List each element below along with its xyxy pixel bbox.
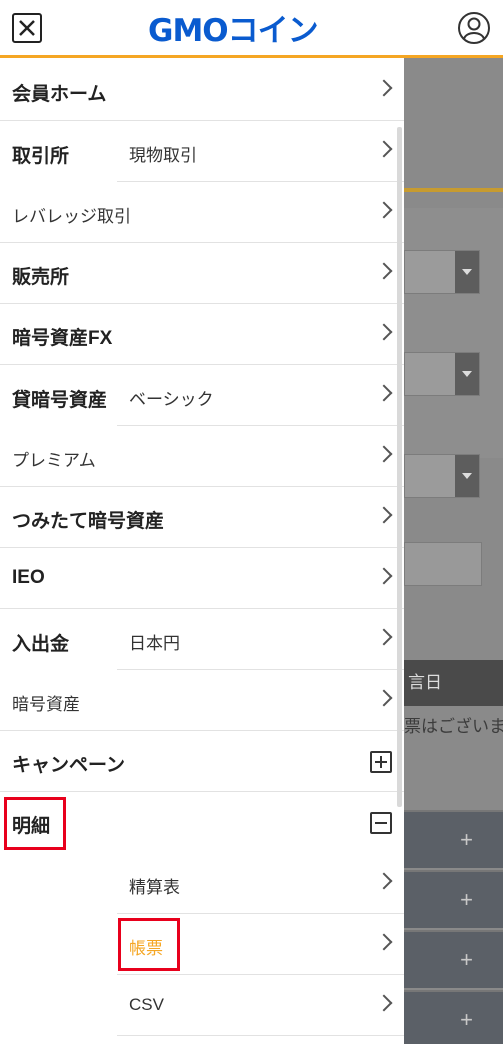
chevron-right-icon (375, 140, 393, 158)
dropdown-arrow-icon (455, 353, 479, 395)
chevron-right-icon (375, 933, 393, 951)
background-select (404, 352, 480, 396)
app-header: GMOコイン (0, 0, 503, 58)
chevron-right-icon (375, 262, 393, 280)
chevron-right-icon (375, 323, 393, 341)
menu-item-settlement-sheet[interactable]: 精算表 (117, 854, 404, 914)
expand-plus-icon[interactable] (370, 751, 392, 773)
menu-item-dealer[interactable]: 販売所 (0, 244, 404, 304)
chevron-right-icon (375, 201, 393, 219)
gmo-coin-logo[interactable]: GMOコイン (148, 9, 319, 49)
menu-item-crypto-fx[interactable]: 暗号資産FX (0, 305, 404, 365)
chevron-right-icon (375, 384, 393, 402)
menu-item-leverage-trading[interactable]: レバレッジ取引 (0, 183, 404, 243)
menu-group-label: 入出金 (12, 634, 70, 655)
menu-item-label: ベーシック (129, 390, 214, 409)
menu-scrollbar[interactable] (397, 127, 402, 807)
dropdown-arrow-icon (455, 455, 479, 497)
menu-item-ieo[interactable]: IEO (0, 549, 404, 609)
background-expand-row: + (404, 810, 503, 868)
menu-item-label: プレミアム (12, 451, 96, 470)
chevron-right-icon (375, 506, 393, 524)
menu-item-label: 会員ホーム (12, 84, 107, 105)
close-menu-button[interactable] (12, 13, 42, 43)
menu-group-label: 貸暗号資産 (12, 390, 108, 411)
user-icon (458, 12, 490, 44)
chevron-right-icon (375, 445, 393, 463)
menu-item-basic[interactable]: ベーシック (117, 366, 404, 426)
menu-item-member-home[interactable]: 会員ホーム (0, 61, 404, 121)
menu-item-crypto-transfer[interactable]: 暗号資産 (0, 671, 404, 731)
menu-item-campaign[interactable]: キャンペーン (0, 732, 404, 792)
menu-group-label: 取引所 (12, 146, 70, 167)
menu-item-crypto-savings[interactable]: つみたて暗号資産 (0, 488, 404, 548)
collapse-minus-icon[interactable] (370, 812, 392, 834)
menu-item-label: 日本円 (129, 634, 180, 653)
background-select (404, 454, 480, 498)
menu-item-spot-trading[interactable]: 現物取引 (117, 122, 404, 182)
background-table-header: 言日 (404, 660, 503, 706)
chevron-right-icon (375, 628, 393, 646)
background-input (404, 542, 482, 586)
background-note: 票はございま (404, 717, 503, 736)
menu-item-label: 暗号資産FX (12, 328, 113, 349)
background-select (404, 250, 480, 294)
menu-item-jpy[interactable]: 日本円 (117, 610, 404, 670)
menu-item-label: CSV (129, 995, 164, 1014)
menu-item-label: レバレッジ取引 (12, 207, 131, 226)
chevron-right-icon (375, 994, 393, 1012)
close-icon (19, 20, 35, 36)
chevron-right-icon (375, 872, 393, 890)
menu-item-label: キャンペーン (12, 755, 126, 776)
background-expand-row: + (404, 990, 503, 1044)
menu-item-label: 販売所 (12, 267, 70, 288)
menu-item-premium[interactable]: プレミアム (0, 427, 404, 487)
menu-item-label: つみたて暗号資産 (12, 511, 165, 532)
chevron-right-icon (375, 567, 393, 585)
highlight-box (118, 918, 180, 971)
background-panel (404, 208, 503, 458)
menu-item-csv[interactable]: CSV (117, 976, 404, 1036)
nav-menu: 会員ホーム 取引所 現物取引 レバレッジ取引 販売所 暗号資産FX 貸暗号資産 … (0, 61, 404, 1044)
background-expand-row: + (404, 930, 503, 988)
highlight-box (4, 797, 66, 850)
background-expand-row: + (404, 870, 503, 928)
menu-item-label: IEO (12, 567, 45, 588)
menu-item-label: 精算表 (129, 878, 180, 897)
background-page: 言日 票はございま + + + + (404, 58, 503, 1044)
menu-item-label: 現物取引 (129, 146, 197, 165)
chevron-right-icon (375, 689, 393, 707)
background-tab-underline (404, 188, 503, 192)
chevron-right-icon (375, 79, 393, 97)
dropdown-arrow-icon (455, 251, 479, 293)
menu-item-label: 暗号資産 (12, 695, 80, 714)
account-button[interactable] (457, 11, 491, 45)
